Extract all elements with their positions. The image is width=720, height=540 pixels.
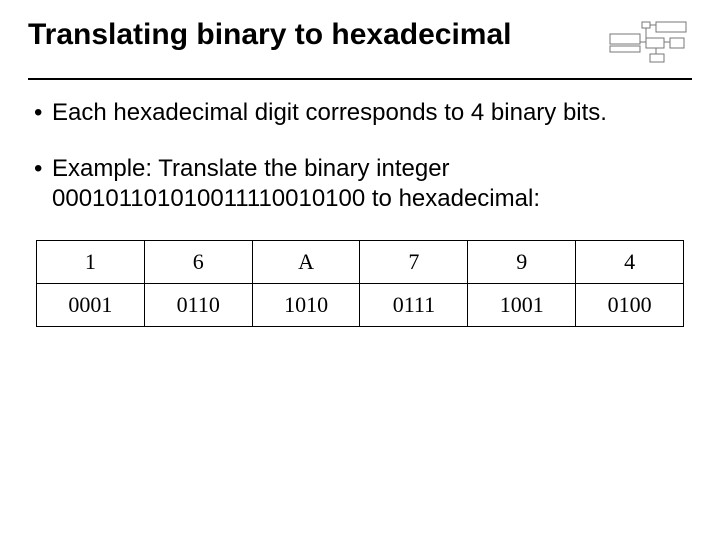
bullet-text: Each hexadecimal digit corresponds to 4 … bbox=[52, 98, 686, 128]
title-underline bbox=[28, 78, 692, 80]
bullet-item: • Example: Translate the binary integer … bbox=[34, 154, 686, 214]
page-title: Translating binary to hexadecimal bbox=[28, 18, 512, 53]
title-row: Translating binary to hexadecimal bbox=[28, 18, 692, 72]
slide: Translating binary to hexadecimal bbox=[0, 0, 720, 540]
bin-cell: 1001 bbox=[468, 284, 576, 327]
hex-cell: A bbox=[252, 241, 360, 284]
bin-cell: 1010 bbox=[252, 284, 360, 327]
bin-cell: 0110 bbox=[144, 284, 252, 327]
conversion-table: 1 6 A 7 9 4 0001 0110 1010 0111 1001 010… bbox=[28, 240, 692, 327]
bullet-marker: • bbox=[34, 154, 52, 214]
hex-cell: 7 bbox=[360, 241, 468, 284]
table-row: 0001 0110 1010 0111 1001 0100 bbox=[37, 284, 684, 327]
diagram-icon bbox=[606, 20, 692, 72]
bullet-item: • Each hexadecimal digit corresponds to … bbox=[34, 98, 686, 128]
bin-cell: 0001 bbox=[37, 284, 145, 327]
table-row: 1 6 A 7 9 4 bbox=[37, 241, 684, 284]
bullet-list: • Each hexadecimal digit corresponds to … bbox=[28, 98, 692, 214]
hex-cell: 4 bbox=[576, 241, 684, 284]
bin-cell: 0111 bbox=[360, 284, 468, 327]
hex-cell: 1 bbox=[37, 241, 145, 284]
bullet-marker: • bbox=[34, 98, 52, 128]
hex-cell: 9 bbox=[468, 241, 576, 284]
hex-cell: 6 bbox=[144, 241, 252, 284]
bullet-text: Example: Translate the binary integer 00… bbox=[52, 154, 686, 214]
bin-cell: 0100 bbox=[576, 284, 684, 327]
